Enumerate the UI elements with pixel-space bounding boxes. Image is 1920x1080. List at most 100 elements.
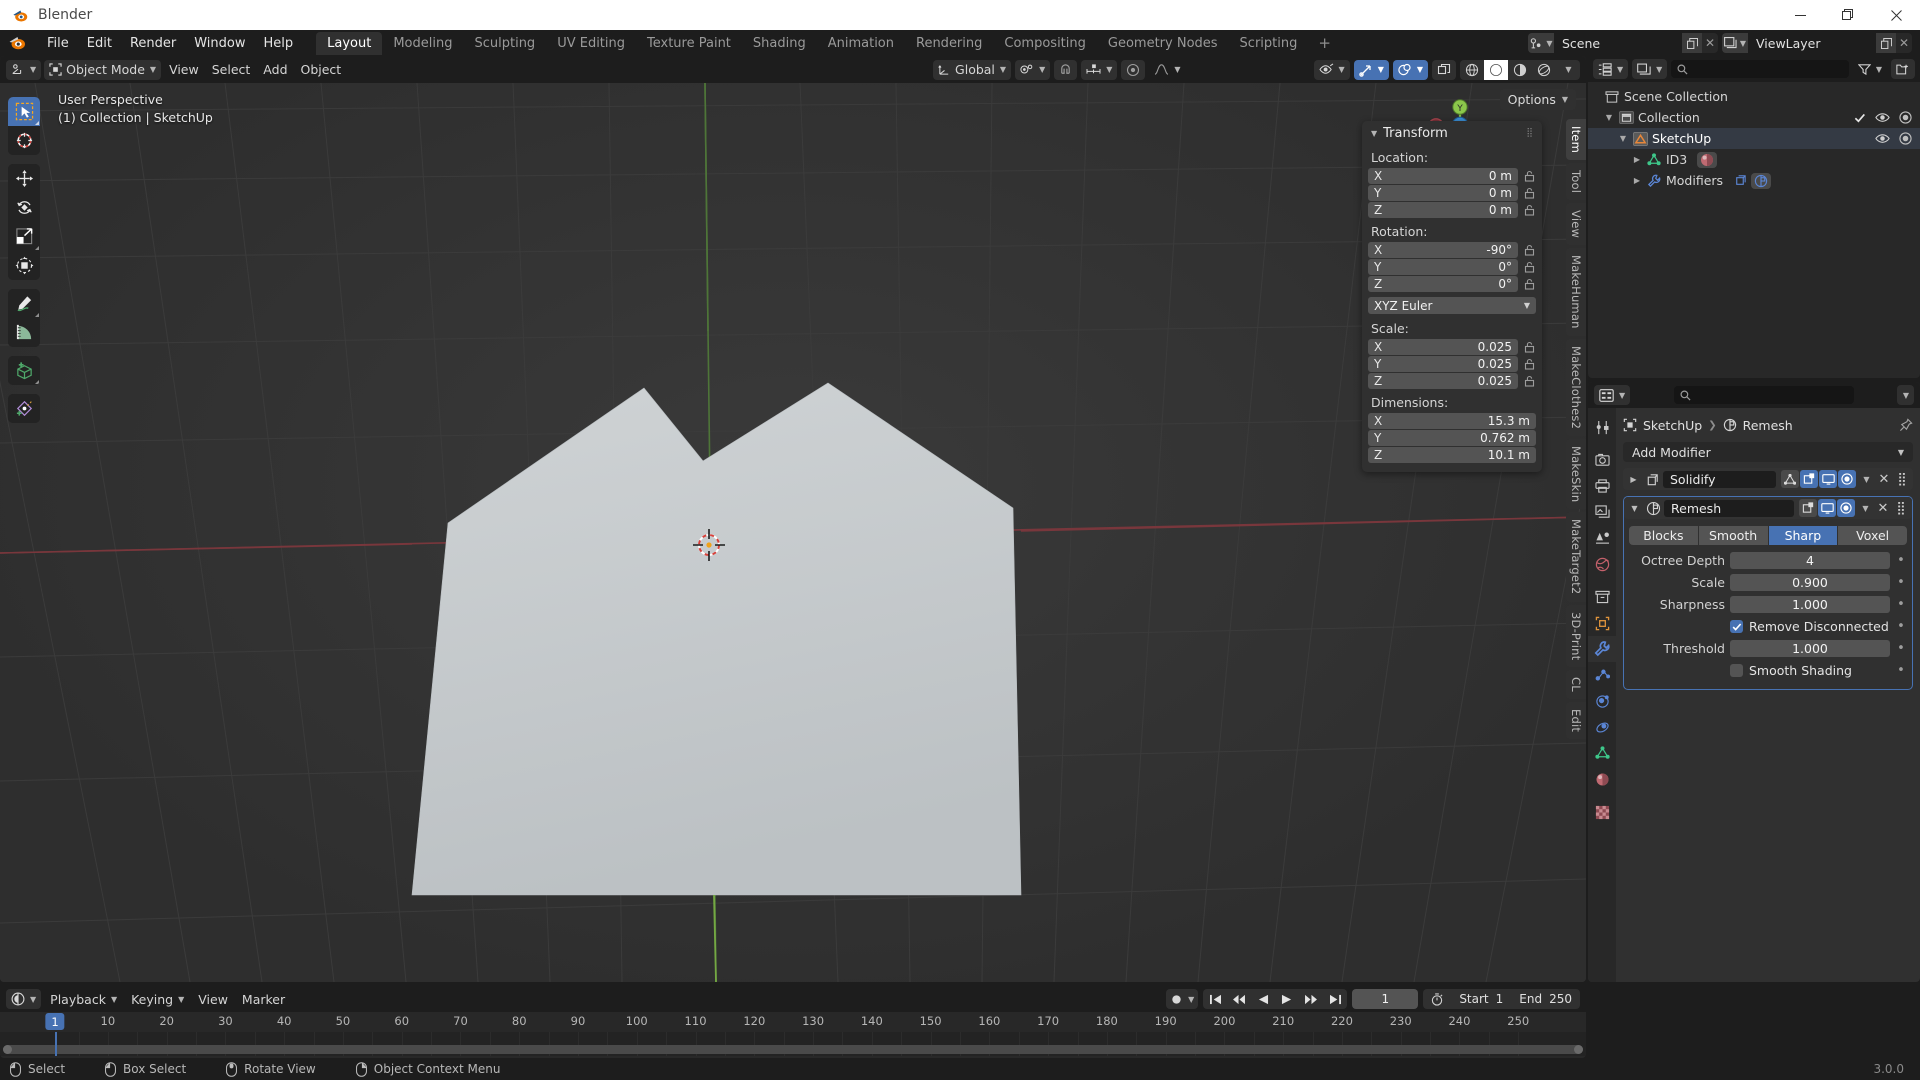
next-keyframe-icon[interactable] [1299,989,1323,1009]
eye-icon[interactable] [1875,112,1890,123]
proportional-falloff-icon[interactable]: ▼ [1149,60,1185,80]
add-cube-tool[interactable] [8,356,40,385]
properties-tab-material[interactable] [1588,766,1616,792]
realtime-display-toggle-icon[interactable] [1819,470,1837,488]
timeline-menu-playback[interactable]: Playback ▼ [45,989,122,1009]
current-frame-field[interactable]: 1 [1352,989,1419,1009]
new-collection-icon[interactable] [1891,59,1915,79]
overlays-icon[interactable]: ▼ [1392,59,1428,80]
unlink-scene-button[interactable]: ✕ [1702,36,1718,50]
properties-editor-icon[interactable]: ▼ [1594,385,1631,405]
object-types-visibility-icon[interactable]: ▼ [1313,59,1350,80]
viewport-options-button[interactable]: Options ▼ [1499,89,1576,110]
properties-tab-world[interactable] [1588,551,1616,577]
timeline-ruler[interactable]: 10 20 30 40 50 60 70 80 90 100 110 120 130 140 150 160 1… [0,1012,1586,1032]
animate-property-icon[interactable]: • [1895,642,1907,655]
sidebar-tab-tool[interactable]: Tool [1566,162,1586,201]
shear-tool[interactable] [8,394,40,423]
sharpness-field[interactable]: 1.000 [1730,596,1890,613]
menu-help[interactable]: Help [255,33,303,54]
outliner-display-mode-icon[interactable]: ▼ [1593,59,1629,79]
remesh-icon[interactable] [1751,172,1772,189]
edit-mode-toggle-icon[interactable] [1799,499,1817,517]
filter-funnel-icon[interactable]: ▼ [1853,59,1887,79]
rotation-y-field[interactable]: Y 0° [1368,259,1518,275]
outliner-row-id3[interactable]: ▶ ID3 [1588,149,1920,170]
unlink-viewlayer-button[interactable]: ✕ [1896,36,1912,50]
viewlayer-selector[interactable]: ▼ ViewLayer ✕ [1722,33,1912,53]
properties-search-input[interactable] [1673,386,1854,404]
new-scene-button[interactable] [1682,33,1702,53]
jump-end-icon[interactable] [1323,989,1347,1009]
play-reverse-icon[interactable] [1251,989,1275,1009]
octree-depth-field[interactable]: 4 [1730,552,1890,569]
material-sphere-icon[interactable] [1697,151,1718,168]
close-button[interactable] [1872,0,1920,30]
expander[interactable]: ▶ [1630,155,1644,164]
editor-type-3dview-icon[interactable]: ▼ [6,59,42,80]
scale-y-field[interactable]: Y 0.025 [1368,356,1518,372]
properties-tab-constraints[interactable] [1588,714,1616,740]
timeline-playhead-label[interactable]: 1 [45,1013,65,1030]
eye-icon[interactable] [1875,133,1890,144]
annotate-tool[interactable] [8,289,40,318]
viewport-menu-add[interactable]: Add [258,60,292,80]
properties-tab-render[interactable] [1588,447,1616,473]
workspace-tab-animation[interactable]: Animation [817,32,905,55]
timeline-menu-marker[interactable]: Marker [237,989,290,1009]
modifier-name-solidify[interactable]: Solidify [1663,470,1776,488]
move-tool[interactable] [8,164,40,193]
animate-property-icon[interactable]: • [1895,554,1907,567]
outliner-row-modifiers[interactable]: ▶ Modifiers [1588,170,1920,191]
shading-material-preview-icon[interactable] [1508,60,1532,80]
lock-rotation-x-icon[interactable] [1522,244,1536,256]
rotate-tool[interactable] [8,193,40,222]
modifier-collapse-chevron-icon[interactable]: ▼ [1627,504,1642,513]
modifier-expand-chevron-icon[interactable]: ▶ [1626,475,1641,484]
modifier-header-solidify[interactable]: ▶ Solidify ▼ ✕ ⣿ [1623,468,1913,490]
shading-rendered-icon[interactable] [1532,60,1556,80]
rotation-x-field[interactable]: X -90° [1368,242,1518,258]
cursor-tool[interactable] [8,126,40,155]
end-frame-field[interactable]: End 250 [1511,989,1580,1009]
rotation-z-field[interactable]: Z 0° [1368,276,1518,292]
lock-location-x-icon[interactable] [1522,170,1536,182]
lock-scale-x-icon[interactable] [1522,341,1536,353]
dimensions-y-field[interactable]: Y 0.762 m [1368,430,1536,446]
add-modifier-button[interactable]: Add Modifier ▼ [1623,442,1913,462]
measure-tool[interactable] [8,318,40,347]
expander[interactable]: ▼ [1602,113,1616,122]
menu-edit[interactable]: Edit [78,33,121,54]
remesh-mode-sharp[interactable]: Sharp [1768,526,1838,545]
shading-wireframe-icon[interactable] [1460,60,1484,80]
outliner-row-sketchup[interactable]: ▼ SketchUp [1588,128,1920,149]
xray-toggle-icon[interactable] [1432,59,1456,80]
menu-window[interactable]: Window [185,33,254,54]
properties-tab-object[interactable] [1588,610,1616,636]
panel-grip-icon[interactable]: ⣿ [1526,128,1534,137]
timeline-playhead-line[interactable] [55,1032,57,1056]
rotation-mode-dropdown[interactable]: XYZ Euler ▼ [1368,297,1536,314]
modifier-name-remesh[interactable]: Remesh [1664,499,1794,517]
modifier-extras-dropdown-remesh[interactable]: ▼ [1857,504,1873,513]
location-y-field[interactable]: Y 0 m [1368,185,1518,201]
scrollbar-left-knob[interactable] [3,1045,12,1054]
breadcrumb-object-name[interactable]: SketchUp [1643,418,1702,433]
auto-keying-toggle[interactable]: ▼ [1166,989,1199,1009]
snap-increment-icon[interactable]: ▼ [1081,59,1118,80]
panel-collapse-chevron-icon[interactable]: ▼ [1371,129,1377,138]
camera-render-icon[interactable] [1899,111,1912,124]
animate-property-icon[interactable]: • [1895,620,1907,633]
timeline-track[interactable] [0,1032,1586,1056]
dimensions-z-field[interactable]: Z 10.1 m [1368,447,1536,463]
blender-menu-icon[interactable] [8,33,28,53]
pivot-point-icon[interactable]: ▼ [1015,59,1051,80]
sidebar-tab-3d-print[interactable]: 3D-Print [1566,604,1586,668]
lock-location-z-icon[interactable] [1522,204,1536,216]
properties-tab-viewlayer[interactable] [1588,499,1616,525]
new-viewlayer-button[interactable] [1876,33,1896,53]
workspace-tab-geometry-nodes[interactable]: Geometry Nodes [1097,32,1229,55]
render-display-toggle-icon[interactable] [1837,499,1855,517]
menu-render[interactable]: Render [121,33,185,54]
workspace-tab-rendering[interactable]: Rendering [905,32,993,55]
